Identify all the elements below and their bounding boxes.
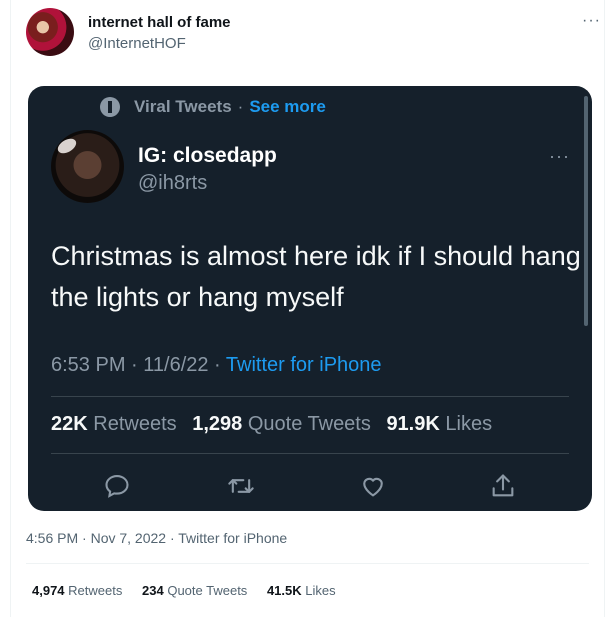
context-row: Viral Tweets · See more — [100, 96, 326, 118]
divider — [26, 563, 589, 564]
inner-avatar[interactable] — [51, 130, 124, 203]
outer-retweets-label[interactable]: Retweets — [68, 583, 122, 598]
inner-likes-label[interactable]: Likes — [445, 413, 492, 435]
author-name[interactable]: internet hall of fame — [88, 14, 231, 31]
avatar[interactable] — [26, 8, 74, 56]
outer-tweet-header: internet hall of fame @InternetHOF ··· — [26, 8, 601, 60]
retweet-icon[interactable] — [221, 466, 261, 506]
outer-likes-count[interactable]: 41.5K — [267, 583, 302, 598]
inner-retweets-label[interactable]: Retweets — [93, 413, 176, 435]
tweet-text: Christmas is almost here idk if I should… — [51, 241, 581, 312]
more-options-icon[interactable]: ··· — [582, 12, 601, 30]
embedded-tweet-screenshot[interactable]: Viral Tweets · See more IG: closedapp @i… — [28, 86, 592, 511]
see-more-link[interactable]: See more — [249, 97, 326, 117]
action-bar — [28, 466, 592, 506]
divider — [51, 396, 569, 397]
like-icon[interactable] — [353, 466, 393, 506]
outer-timestamp[interactable]: 4:56 PM · Nov 7, 2022 · Twitter for iPho… — [26, 530, 287, 546]
outer-retweets-count[interactable]: 4,974 — [32, 583, 65, 598]
reply-icon[interactable] — [97, 466, 137, 506]
inner-quotes-label[interactable]: Quote Tweets — [248, 413, 371, 435]
inner-source-link[interactable]: Twitter for iPhone — [226, 354, 382, 376]
topic-icon — [100, 97, 120, 117]
inner-likes-count[interactable]: 91.9K — [386, 413, 439, 435]
outer-stats: 4,974 Retweets 234 Quote Tweets 41.5K Li… — [32, 583, 336, 598]
scrollbar — [584, 96, 588, 326]
inner-quotes-count[interactable]: 1,298 — [192, 413, 242, 435]
inner-stats: 22K Retweets 1,298 Quote Tweets 91.9K Li… — [51, 413, 492, 436]
share-icon[interactable] — [483, 466, 523, 506]
inner-time-date: 6:53 PM · 11/6/22 · — [51, 354, 226, 376]
inner-timestamp: 6:53 PM · 11/6/22 · Twitter for iPhone — [51, 354, 382, 377]
inner-author-name[interactable]: IG: closedapp — [138, 144, 277, 168]
context-separator: · — [237, 97, 244, 116]
inner-author-handle[interactable]: @ih8rts — [138, 172, 207, 195]
outer-likes-label[interactable]: Likes — [305, 583, 335, 598]
inner-retweets-count[interactable]: 22K — [51, 413, 88, 435]
outer-quotes-count[interactable]: 234 — [142, 583, 164, 598]
divider — [51, 453, 569, 454]
outer-quotes-label[interactable]: Quote Tweets — [167, 583, 247, 598]
author-handle[interactable]: @InternetHOF — [88, 35, 186, 52]
inner-more-options-icon[interactable]: ··· — [549, 146, 570, 167]
context-label: Viral Tweets — [134, 97, 232, 116]
